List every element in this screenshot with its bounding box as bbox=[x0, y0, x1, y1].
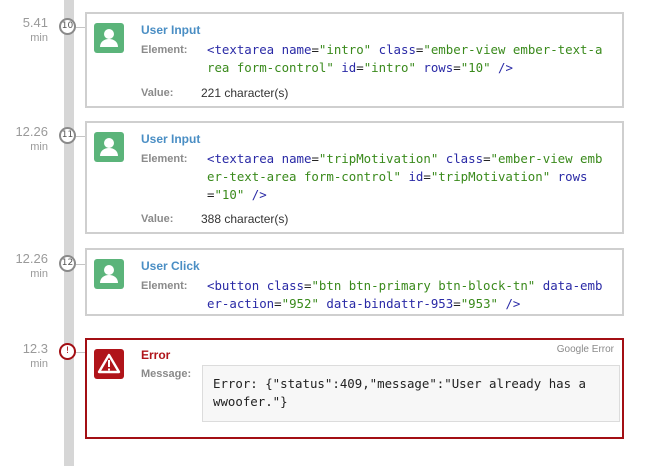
event-index-badge: 10 bbox=[59, 18, 76, 35]
value-label: Value: bbox=[141, 213, 174, 225]
user-icon bbox=[94, 23, 124, 53]
code-attr-value: "10" bbox=[460, 60, 491, 75]
element-code: <textarea name="tripMotivation" class="e… bbox=[207, 151, 603, 202]
code-tag: /> bbox=[505, 296, 521, 311]
error-title: Error bbox=[141, 348, 171, 362]
code-tag: <button bbox=[207, 278, 260, 293]
event-index-badge: 11 bbox=[59, 127, 76, 144]
error-card[interactable]: Error Google Error Message: Error: {"sta… bbox=[85, 338, 624, 439]
event-time: 12.26 min bbox=[15, 124, 48, 154]
code-attr-value: "952" bbox=[281, 296, 319, 311]
element-code: <textarea name="intro" class="ember-view… bbox=[207, 42, 603, 75]
code-attr-value: "btn btn-primary btn-block-tn" bbox=[311, 278, 536, 293]
code-attr-name: rows bbox=[423, 60, 454, 75]
event-time: 12.26 min bbox=[15, 251, 48, 281]
code-attr-name: rows bbox=[557, 169, 588, 184]
event-time: 5.41 min bbox=[22, 15, 48, 45]
code-attr-name: id bbox=[341, 60, 357, 75]
code-attr-name: name bbox=[281, 151, 312, 166]
code-attr-value: "953" bbox=[460, 296, 498, 311]
element-code: <button class="btn btn-primary btn-block… bbox=[207, 278, 603, 311]
error-source: Google Error bbox=[556, 344, 614, 355]
event-card[interactable]: User Input Element: <textarea name="intr… bbox=[85, 12, 624, 108]
code-tag: /> bbox=[251, 187, 267, 202]
code-attr-name: data-bindattr-953 bbox=[326, 296, 454, 311]
code-attr-name: class bbox=[266, 278, 304, 293]
value-text: 221 character(s) bbox=[201, 86, 289, 100]
code-attr-value: "tripMotivation" bbox=[430, 169, 551, 184]
event-index-badge: 12 bbox=[59, 255, 76, 272]
warning-mark: ! bbox=[65, 346, 70, 356]
event-card[interactable]: User Input Element: <textarea name="trip… bbox=[85, 121, 624, 234]
code-tag: /> bbox=[498, 60, 513, 75]
warning-triangle-icon bbox=[94, 349, 124, 379]
code-tag: <textarea bbox=[207, 151, 275, 166]
code-attr-name: id bbox=[408, 169, 424, 184]
error-message: Error: {"status":409,"message":"User alr… bbox=[202, 365, 620, 422]
element-label: Element: bbox=[141, 153, 188, 165]
event-title: User Input bbox=[141, 23, 201, 37]
event-title: User Click bbox=[141, 259, 200, 273]
code-attr-value: "10" bbox=[214, 187, 245, 202]
element-label: Element: bbox=[141, 280, 188, 292]
value-label: Value: bbox=[141, 87, 174, 99]
event-title: User Input bbox=[141, 132, 201, 146]
code-attr-value: "tripMotivation" bbox=[318, 151, 439, 166]
warning-icon: ! bbox=[59, 343, 76, 360]
event-time: 12.3 min bbox=[22, 341, 48, 371]
code-attr-name: class bbox=[445, 151, 484, 166]
event-card[interactable]: User Click Element: <button class="btn b… bbox=[85, 248, 624, 316]
code-tag: <textarea bbox=[207, 42, 275, 57]
code-attr-name: class bbox=[378, 42, 416, 57]
message-label: Message: bbox=[141, 368, 192, 380]
code-attr-value: "intro" bbox=[318, 42, 372, 57]
user-icon bbox=[94, 259, 124, 289]
code-attr-value: "intro" bbox=[363, 60, 416, 75]
user-icon bbox=[94, 132, 124, 162]
element-label: Element: bbox=[141, 44, 188, 56]
timeline-line bbox=[64, 0, 74, 466]
value-text: 388 character(s) bbox=[201, 212, 289, 226]
code-attr-name: name bbox=[281, 42, 312, 57]
